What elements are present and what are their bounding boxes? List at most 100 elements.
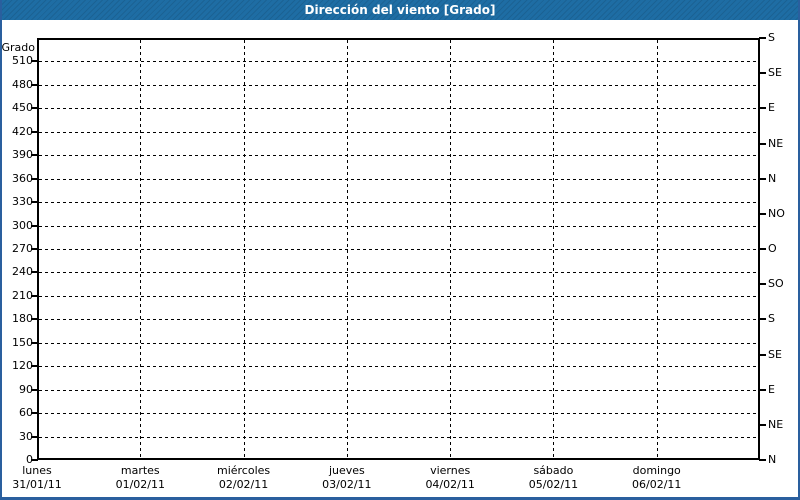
y-axis-left-tick-label: 180 — [0, 312, 33, 326]
day-name: viernes — [398, 464, 502, 478]
y-axis-right-tick-label: SE — [768, 348, 782, 362]
y-axis-right-tick-label: E — [768, 101, 775, 115]
y-axis-right-tick — [759, 213, 766, 215]
y-axis-right-tick — [759, 318, 766, 320]
h-gridline — [39, 85, 758, 86]
day-name: domingo — [605, 464, 709, 478]
y-axis-right-tick-label: NE — [768, 137, 783, 151]
y-axis-left-tick — [31, 295, 38, 297]
y-axis-right-tick — [759, 354, 766, 356]
y-axis-right-tick — [759, 107, 766, 109]
y-axis-right-tick — [759, 72, 766, 74]
y-axis-left-tick — [31, 225, 38, 227]
h-gridline — [39, 226, 758, 227]
h-gridline — [39, 249, 758, 250]
y-axis-left-tick-label: 300 — [0, 219, 33, 233]
y-axis-unit-label: Grado — [1, 41, 35, 54]
h-gridline — [39, 437, 758, 438]
y-axis-right-tick-label: NE — [768, 418, 783, 432]
y-axis-right-tick — [759, 143, 766, 145]
y-axis-right-tick — [759, 178, 766, 180]
h-gridline — [39, 366, 758, 367]
chart-window: Dirección del viento [Grado] Grado 03060… — [0, 0, 800, 500]
day-name: lunes — [0, 464, 89, 478]
y-axis-left-tick — [31, 342, 38, 344]
h-gridline — [39, 202, 758, 203]
y-axis-left-tick-label: 390 — [0, 148, 33, 162]
h-gridline — [39, 155, 758, 156]
y-axis-left-tick-label: 270 — [0, 242, 33, 256]
y-axis-left-tick — [31, 459, 38, 461]
y-axis-left-tick — [31, 178, 38, 180]
day-date: 02/02/11 — [192, 478, 296, 492]
y-axis-left-tick — [31, 318, 38, 320]
x-axis-day-label: lunes31/01/11 — [0, 464, 89, 492]
y-axis-left-tick — [31, 412, 38, 414]
day-name: jueves — [295, 464, 399, 478]
y-axis-left-tick — [31, 248, 38, 250]
y-axis-left-tick-label: 210 — [0, 289, 33, 303]
v-gridline — [553, 40, 554, 458]
y-axis-left-tick — [31, 389, 38, 391]
y-axis-right-tick-label: N — [768, 172, 776, 186]
y-axis-right-tick — [759, 248, 766, 250]
h-gridline — [39, 108, 758, 109]
v-gridline — [450, 40, 451, 458]
y-axis-right-tick-label: N — [768, 453, 776, 467]
h-gridline — [39, 272, 758, 273]
y-axis-right-tick — [759, 459, 766, 461]
day-date: 05/02/11 — [501, 478, 605, 492]
day-name: martes — [88, 464, 192, 478]
y-axis-right-tick-label: NO — [768, 207, 785, 221]
v-gridline — [244, 40, 245, 458]
h-gridline — [39, 319, 758, 320]
y-axis-left-tick — [31, 365, 38, 367]
y-axis-left-tick-label: 510 — [0, 54, 33, 68]
y-axis-left-tick — [31, 154, 38, 156]
h-gridline — [39, 413, 758, 414]
y-axis-right-tick-label: S — [768, 31, 775, 45]
x-axis-day-label: viernes04/02/11 — [398, 464, 502, 492]
x-axis-day-label: miércoles02/02/11 — [192, 464, 296, 492]
y-axis-left-tick-label: 360 — [0, 172, 33, 186]
v-gridline — [657, 40, 658, 458]
y-axis-right-tick — [759, 283, 766, 285]
h-gridline — [39, 61, 758, 62]
y-axis-left-tick-label: 120 — [0, 359, 33, 373]
day-date: 04/02/11 — [398, 478, 502, 492]
y-axis-right-tick-label: S — [768, 312, 775, 326]
y-axis-right-tick — [759, 37, 766, 39]
day-date: 03/02/11 — [295, 478, 399, 492]
v-gridline — [140, 40, 141, 458]
y-axis-left-tick-label: 30 — [0, 430, 33, 444]
y-axis-left-tick-label: 330 — [0, 195, 33, 209]
day-name: miércoles — [192, 464, 296, 478]
day-date: 06/02/11 — [605, 478, 709, 492]
h-gridline — [39, 343, 758, 344]
x-axis-day-label: martes01/02/11 — [88, 464, 192, 492]
y-axis-right-tick-label: E — [768, 383, 775, 397]
y-axis-left-tick-label: 480 — [0, 78, 33, 92]
y-axis-right-tick-label: O — [768, 242, 777, 256]
y-axis-left-tick-label: 60 — [0, 406, 33, 420]
y-axis-left-tick — [31, 201, 38, 203]
y-axis-right-tick-label: SO — [768, 277, 784, 291]
day-name: sábado — [501, 464, 605, 478]
y-axis-left-tick — [31, 131, 38, 133]
v-gridline — [347, 40, 348, 458]
chart-title: Dirección del viento [Grado] — [0, 0, 800, 20]
y-axis-left-tick — [31, 271, 38, 273]
x-axis-day-label: jueves03/02/11 — [295, 464, 399, 492]
y-axis-right-tick — [759, 424, 766, 426]
day-date: 31/01/11 — [0, 478, 89, 492]
x-axis-day-label: domingo06/02/11 — [605, 464, 709, 492]
title-bar: Dirección del viento [Grado] — [0, 0, 800, 20]
y-axis-right-tick-label: SE — [768, 66, 782, 80]
chart-area: Grado 0306090120150180210240270300330360… — [0, 0, 800, 500]
y-axis-left-tick-label: 150 — [0, 336, 33, 350]
h-gridline — [39, 179, 758, 180]
y-axis-left-tick — [31, 84, 38, 86]
h-gridline — [39, 132, 758, 133]
y-axis-left-tick — [31, 60, 38, 62]
y-axis-left-tick — [31, 436, 38, 438]
